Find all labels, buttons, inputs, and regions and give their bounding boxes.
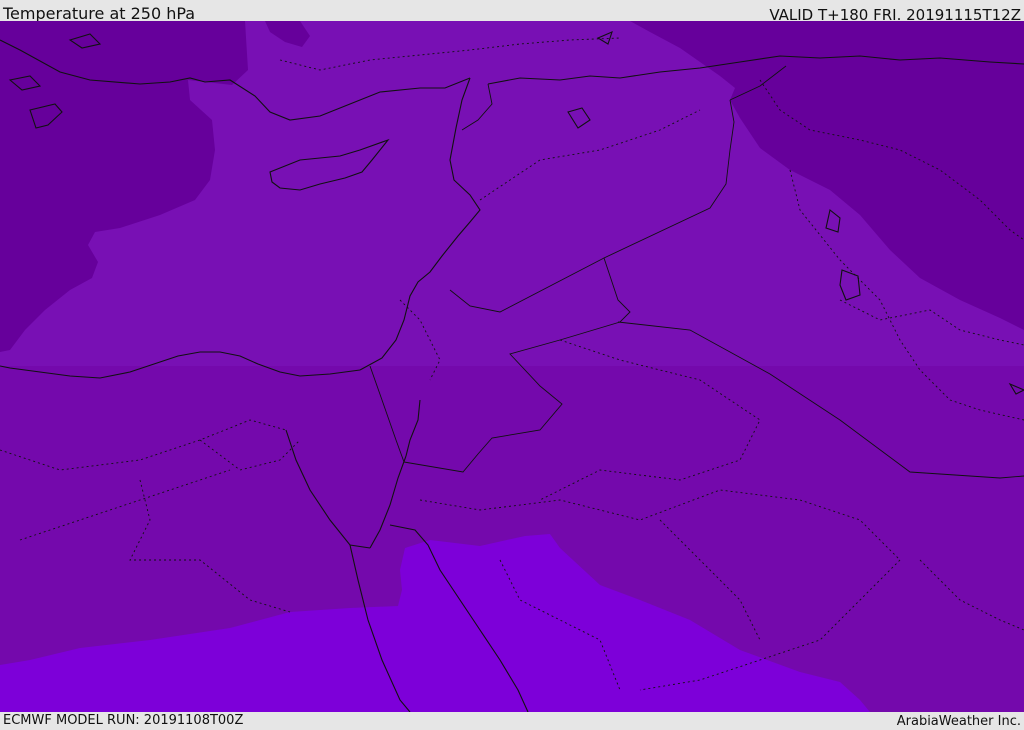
footer-bar: ECMWF MODEL RUN: 20191108T00Z ArabiaWeat… xyxy=(0,712,1024,729)
map-canvas xyxy=(0,21,1024,712)
header-bar: Temperature at 250 hPa VALID T+180 FRI. … xyxy=(0,0,1024,24)
weather-map xyxy=(0,21,1024,712)
brand-label: ArabiaWeather Inc. xyxy=(896,714,1021,729)
model-run: ECMWF MODEL RUN: 20191108T00Z xyxy=(3,713,244,728)
